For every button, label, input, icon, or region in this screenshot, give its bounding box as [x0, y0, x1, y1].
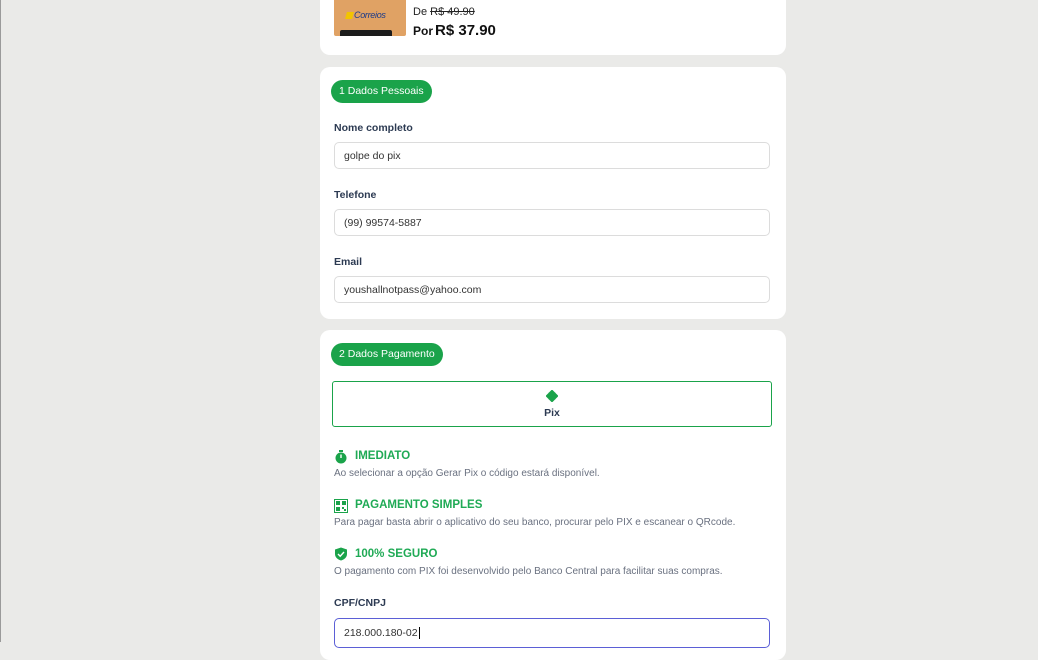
pix-label: Pix: [544, 407, 560, 419]
feature-title-simple: PAGAMENTO SIMPLES: [355, 499, 483, 511]
step-badge-personal: 1 Dados Pessoais: [331, 80, 432, 103]
feature-title-immediate: IMEDIATO: [355, 450, 411, 462]
new-price: Por R$ 37.90: [413, 22, 496, 39]
phone-label: Telefone: [334, 189, 377, 201]
payment-card: 2 Dados Pagamento Pix IMEDIATO Ao seleci…: [320, 330, 786, 660]
cpf-label: CPF/CNPJ: [334, 597, 386, 609]
correios-logo: Correios: [345, 10, 386, 20]
old-price: De R$ 49.90: [413, 6, 475, 18]
text-caret: [418, 627, 420, 640]
step-badge-payment: 2 Dados Pagamento: [331, 343, 443, 366]
pix-payment-option[interactable]: Pix: [332, 381, 772, 427]
shield-check-icon: [335, 547, 347, 561]
stopwatch-icon: [335, 450, 347, 464]
name-label: Nome completo: [334, 122, 413, 134]
feature-text-secure: O pagamento com PIX foi desenvolvido pel…: [334, 566, 723, 577]
email-input[interactable]: [334, 276, 770, 303]
product-summary-card: Correios De R$ 49.90 Por R$ 37.90: [320, 0, 786, 55]
phone-input[interactable]: [334, 209, 770, 236]
window-edge: [0, 0, 1, 642]
cpf-input[interactable]: 218.000.180-02: [334, 618, 770, 648]
email-label: Email: [334, 256, 363, 268]
feature-text-simple: Para pagar basta abrir o aplicativo do s…: [334, 517, 736, 528]
pix-icon: [546, 390, 558, 402]
personal-data-card: 1 Dados Pessoais Nome completo Telefone …: [320, 67, 786, 319]
feature-title-secure: 100% SEGURO: [355, 548, 438, 560]
name-input[interactable]: [334, 142, 770, 169]
feature-text-immediate: Ao selecionar a opção Gerar Pix o código…: [334, 468, 600, 479]
product-image: Correios: [334, 0, 406, 36]
qrcode-icon: [334, 499, 348, 513]
